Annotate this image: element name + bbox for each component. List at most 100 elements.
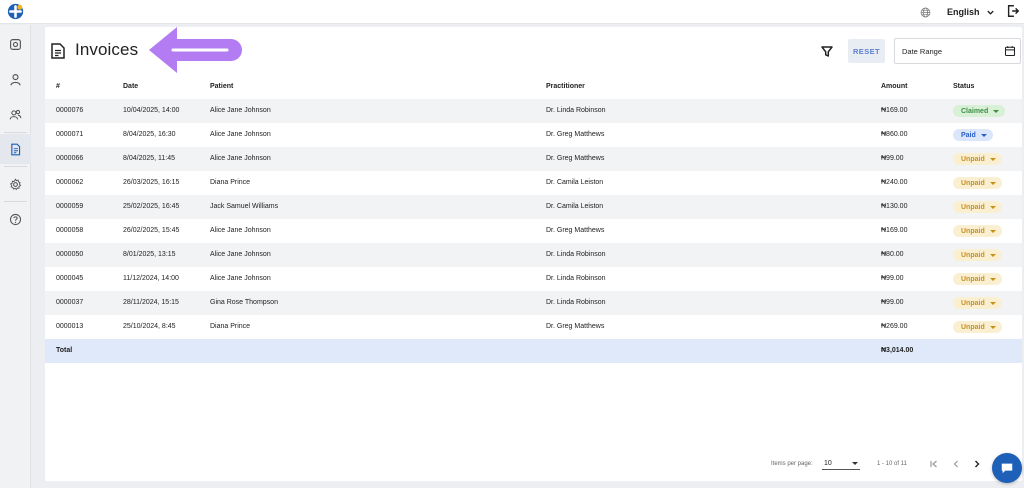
invoice-date: 11/12/2024, 14:00 [123, 275, 179, 282]
table-row[interactable]: 0000076 10/04/2025, 14:00 Alice Jane Johns… [45, 99, 1022, 123]
caret-down-icon [980, 133, 987, 137]
patient-name: Diana Prince [210, 323, 251, 330]
help-icon [9, 213, 22, 225]
patient-name: Alice Jane Johnson [210, 227, 271, 234]
date-range-input[interactable] [902, 46, 992, 56]
invoice-amount: ₦169.00 [881, 107, 908, 114]
status-badge[interactable]: Unpaid [953, 177, 1002, 189]
table-row[interactable]: 0000045 11/12/2024, 14:00 Alice Jane Johns… [45, 267, 1022, 291]
status-badge[interactable]: Unpaid [953, 153, 1002, 165]
patient-name: Diana Prince [210, 179, 251, 186]
status-label: Claimed [961, 107, 989, 115]
total-amount: ₦3,014.00 [881, 347, 914, 354]
status-badge[interactable]: Unpaid [953, 201, 1002, 213]
caret-down-icon [989, 229, 996, 233]
table-row[interactable]: 0000058 26/02/2025, 15:45 Alice Jane Johns… [45, 219, 1022, 243]
table-row[interactable]: 0000013 25/10/2024, 8:45 Diana Prince Dr. G… [45, 315, 1022, 339]
table-row[interactable]: 0000050 8/01/2025, 13:15 Alice Jane Johnso… [45, 243, 1022, 267]
filter-icon[interactable] [819, 43, 835, 59]
invoice-amount: ₦860.00 [881, 131, 908, 138]
chevron-left-icon [953, 460, 958, 468]
invoice-number: 0000045 [56, 275, 84, 282]
first-page-button[interactable] [927, 457, 941, 471]
page-range-label: 1 - 10 of 11 [877, 461, 907, 467]
status-badge[interactable]: Paid [953, 129, 993, 141]
table-row[interactable]: 0000062 26/03/2025, 16:15 Diana Prince Dr. … [45, 171, 1022, 195]
sidebar-item-invoices[interactable] [0, 134, 31, 164]
items-per-page-select[interactable]: 10 [822, 458, 860, 470]
invoice-number: 0000059 [56, 203, 84, 210]
invoice-date: 8/04/2025, 11:45 [123, 155, 176, 162]
invoice-date: 25/02/2025, 16:45 [123, 203, 180, 210]
patient-name: Alice Jane Johnson [210, 251, 271, 258]
practitioner-name: Dr. Linda Robinson [546, 299, 606, 306]
language-selector[interactable]: English [920, 4, 995, 20]
language-label: English [947, 7, 980, 17]
invoice-date: 25/10/2024, 8:45 [123, 323, 176, 330]
table-row[interactable]: 0000059 25/02/2025, 16:45 Jack Samuel Will… [45, 195, 1022, 219]
sidebar-divider [4, 132, 27, 133]
users-icon [9, 109, 22, 119]
reset-button[interactable]: RESET [848, 39, 885, 63]
column-header-number[interactable]: # [56, 75, 60, 99]
invoice-number: 0000062 [56, 179, 84, 186]
status-badge[interactable]: Unpaid [953, 321, 1002, 333]
practitioner-name: Dr. Greg Matthews [546, 131, 605, 138]
chat-button[interactable] [992, 453, 1022, 483]
table-row[interactable]: 0000071 8/04/2025, 16:30 Alice Jane Johnso… [45, 123, 1022, 147]
caret-down-icon [852, 462, 858, 465]
status-label: Unpaid [961, 275, 985, 283]
pagination: Items per page: 10 1 - 10 of 11 [45, 457, 1022, 473]
patient-name: Alice Jane Johnson [210, 275, 271, 282]
chevron-right-icon [975, 460, 980, 468]
app-logo-icon[interactable] [7, 3, 24, 20]
column-header-patient[interactable]: Patient [210, 75, 233, 99]
status-badge[interactable]: Claimed [953, 105, 1006, 117]
patient-name: Alice Jane Johnson [210, 107, 271, 114]
patient-name: Jack Samuel Williams [210, 203, 279, 210]
globe-icon [920, 7, 931, 17]
invoice-number: 0000066 [56, 155, 84, 162]
sidebar-item-help[interactable] [0, 204, 31, 234]
practitioner-name: Dr. Greg Matthews [546, 227, 605, 234]
table-row[interactable]: 0000037 28/11/2024, 15:15 Gina Rose Thomps… [45, 291, 1022, 315]
status-badge[interactable]: Unpaid [953, 273, 1002, 285]
sidebar-divider [4, 166, 27, 167]
sidebar-item-dashboard[interactable] [0, 29, 31, 59]
previous-page-button[interactable] [949, 457, 963, 471]
invoices-panel: Invoices RESET # Date Patient Practition… [45, 27, 1022, 481]
practitioner-name: Dr. Greg Matthews [546, 155, 605, 162]
dashboard-icon [10, 38, 21, 50]
invoice-icon [51, 43, 65, 59]
status-badge[interactable]: Unpaid [953, 225, 1002, 237]
column-header-amount[interactable]: Amount [881, 75, 907, 99]
status-label: Unpaid [961, 155, 985, 163]
invoice-date: 8/01/2025, 13:15 [123, 251, 176, 258]
chat-icon [1001, 463, 1013, 474]
column-header-status[interactable]: Status [953, 75, 974, 99]
status-badge[interactable]: Unpaid [953, 297, 1002, 309]
logout-icon[interactable] [1006, 4, 1020, 18]
invoice-amount: ₦99.00 [881, 299, 904, 306]
caret-down-icon [993, 109, 1000, 113]
sidebar-item-settings[interactable] [0, 169, 31, 199]
calendar-icon[interactable] [1004, 45, 1016, 57]
date-range-field[interactable] [894, 38, 1021, 64]
column-header-practitioner[interactable]: Practitioner [546, 75, 585, 99]
status-badge[interactable]: Unpaid [953, 249, 1002, 261]
caret-down-icon [989, 277, 996, 281]
next-page-button[interactable] [970, 457, 984, 471]
column-header-date[interactable]: Date [123, 75, 138, 99]
sidebar-item-practitioners[interactable] [0, 99, 31, 129]
sidebar-item-patients[interactable] [0, 64, 31, 94]
sidebar [0, 25, 31, 488]
invoice-amount: ₦269.00 [881, 323, 908, 330]
status-label: Unpaid [961, 203, 985, 211]
invoices-table: # Date Patient Practitioner Amount Statu… [45, 75, 1022, 363]
invoice-icon [11, 143, 21, 155]
status-label: Unpaid [961, 227, 985, 235]
invoice-date: 26/03/2025, 16:15 [123, 179, 180, 186]
left-arrow-annotation-icon [149, 27, 242, 73]
table-row[interactable]: 0000066 8/04/2025, 11:45 Alice Jane Johnso… [45, 147, 1022, 171]
invoice-number: 0000037 [56, 299, 84, 306]
